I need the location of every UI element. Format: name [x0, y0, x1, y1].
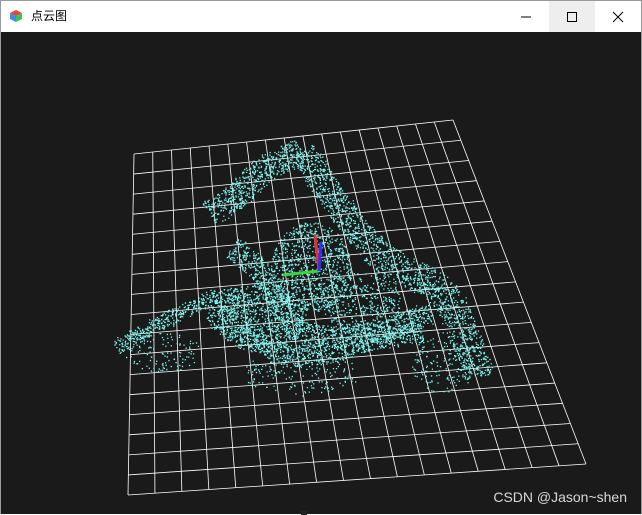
minimize-button[interactable]	[503, 1, 549, 32]
grid-line	[132, 200, 485, 235]
grid-line	[358, 129, 452, 474]
window-title: 点云图	[31, 9, 68, 23]
grid-line	[189, 147, 210, 490]
grid-line	[129, 382, 555, 416]
grid-line	[340, 131, 425, 476]
point-cloud-scene[interactable]	[1, 32, 641, 514]
point-cloud	[114, 140, 494, 397]
z-axis	[317, 241, 323, 272]
close-icon	[612, 11, 624, 22]
grid-line	[433, 121, 560, 466]
grid-line	[377, 127, 479, 472]
app-window: 点云图 CSDN @Jason~shen	[0, 0, 642, 515]
grid-line	[152, 151, 156, 494]
cloud-points	[114, 140, 494, 397]
taskbar-edge	[301, 511, 307, 515]
grid-line	[128, 443, 579, 476]
point-cloud-viewport[interactable]: CSDN @Jason~shen	[1, 32, 641, 514]
grid-line	[127, 153, 135, 496]
close-button[interactable]	[595, 1, 641, 32]
minimize-icon	[521, 16, 531, 17]
maximize-icon	[567, 11, 577, 22]
grid-line	[132, 180, 477, 215]
grid-line	[129, 402, 563, 436]
grid-line	[452, 119, 587, 465]
grid-line	[128, 423, 571, 456]
title-bar[interactable]: 点云图	[1, 1, 641, 32]
maximize-button[interactable]	[549, 1, 595, 32]
grid-line	[129, 362, 547, 396]
app-icon	[10, 10, 22, 22]
grid-line	[283, 137, 344, 481]
grid-line	[415, 123, 533, 468]
watermark: CSDN @Jason~shen	[493, 489, 627, 505]
